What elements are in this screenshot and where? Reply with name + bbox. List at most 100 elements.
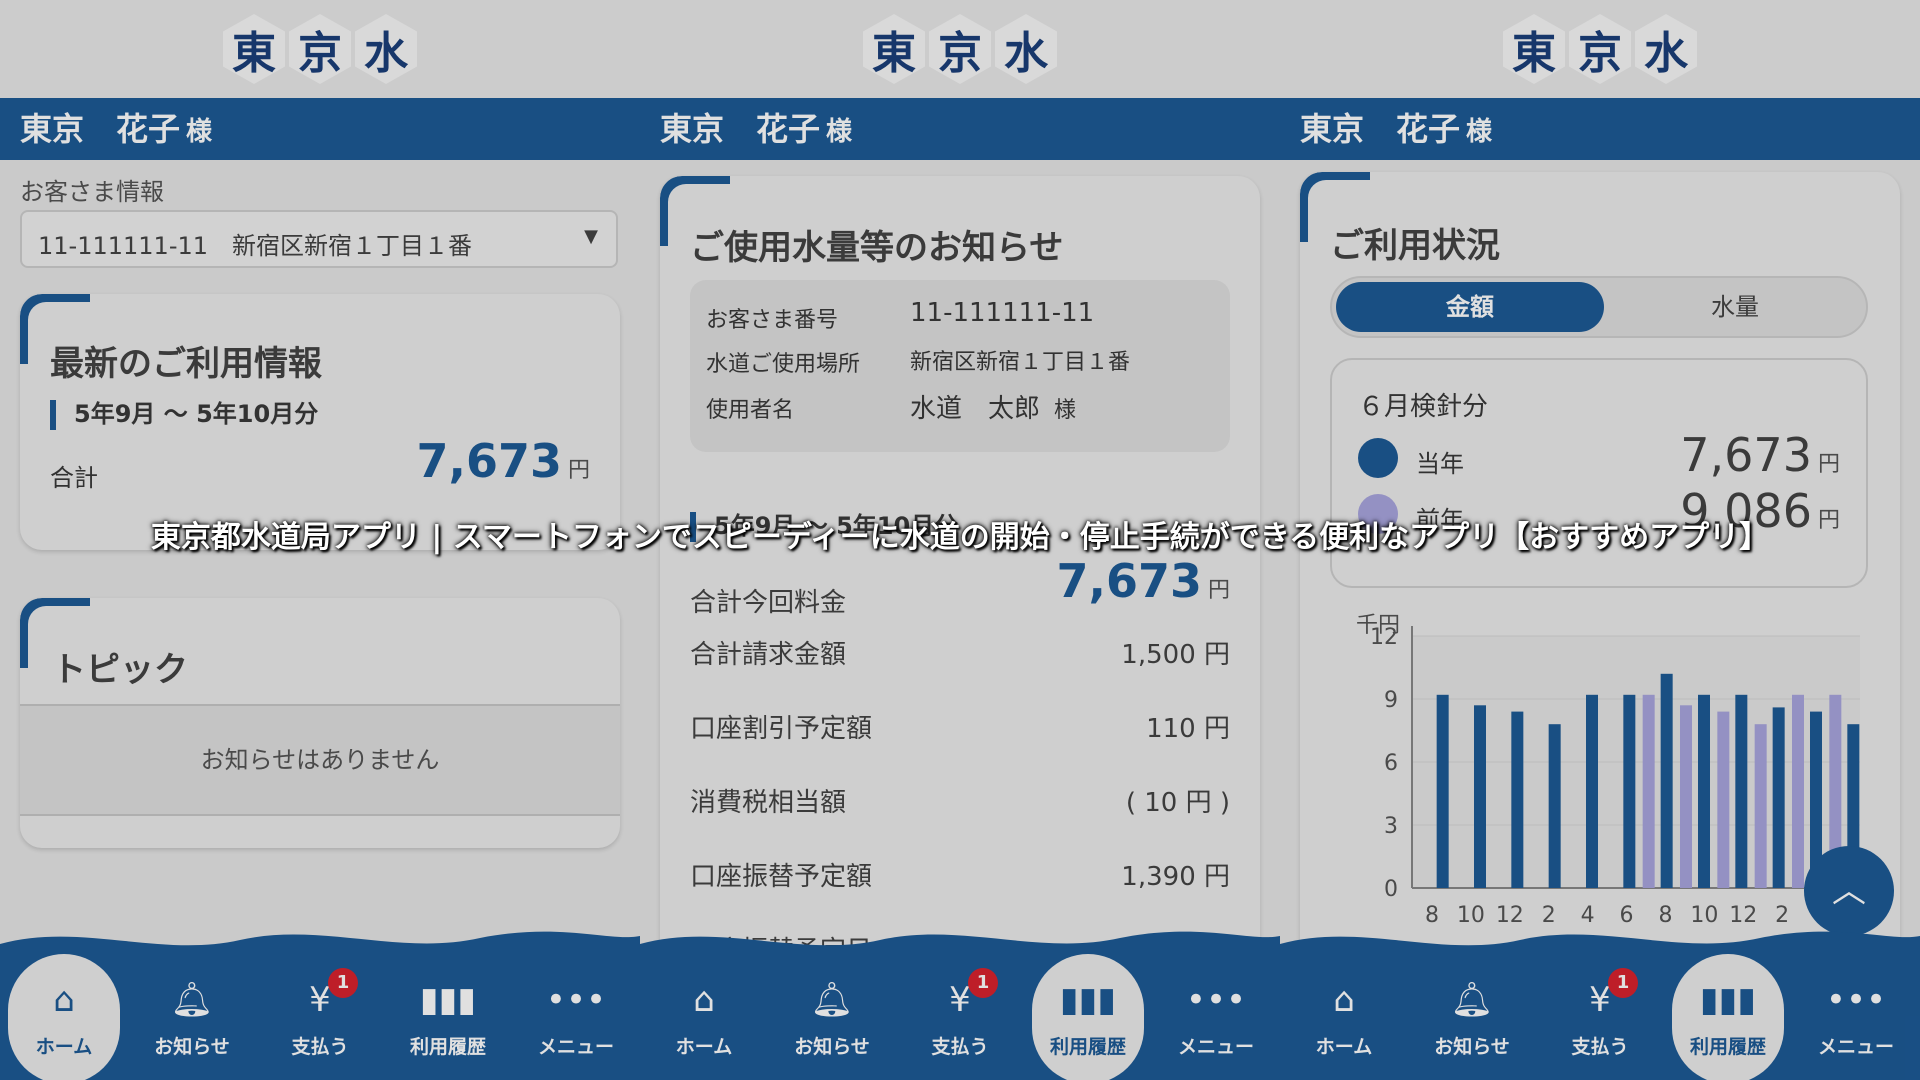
logo-char: 水 (355, 14, 417, 84)
wave-decoration (1280, 931, 1920, 960)
bar-current-year (1735, 694, 1748, 888)
nav-pay-label: 支払う (931, 1036, 989, 1058)
customer-honorific: 様 (826, 117, 853, 147)
logo-char: 東 (863, 14, 925, 84)
detail-value: 1,500 円 (1121, 640, 1230, 670)
customer-name: 東京 花子 (1300, 110, 1461, 148)
user-name-label: 使用者名 (706, 398, 795, 423)
bar-previous-year (1680, 705, 1692, 888)
usage-status-title: ご利用状況 (1330, 226, 1500, 266)
bar-previous-year (1642, 694, 1655, 888)
current-total-unit: 円 (1207, 578, 1230, 603)
current-total-label: 合計今回料金 (690, 588, 847, 618)
notification-badge: 1 (1608, 968, 1638, 998)
bar-chart-icon: ▮▮▮ (1699, 980, 1757, 1020)
bar-current-year (1660, 673, 1673, 888)
yen-icon: ¥ (309, 980, 331, 1020)
detail-value: ( 10 円 ) (1125, 788, 1230, 818)
nav-notifications-label: お知らせ (154, 1036, 230, 1058)
nav-history-label: 利用履歴 (1049, 1036, 1126, 1058)
more-icon: ••• (1185, 980, 1247, 1020)
amount-volume-toggle: 金額 水量 (1330, 276, 1868, 338)
wave-decoration (0, 931, 640, 960)
latest-total-label: 合計 (50, 464, 98, 492)
nav-menu[interactable]: ••• メニュー (1792, 960, 1920, 1080)
bar-current-year (1623, 694, 1636, 888)
nav-pay-label: 支払う (1571, 1036, 1629, 1058)
nav-home[interactable]: ⌂ ホーム (0, 954, 128, 1080)
y-tick-label: 6 (1384, 751, 1398, 776)
customer-number-value: 11-111111-11 (910, 298, 1095, 328)
usage-location-value: 新宿区新宿１丁目１番 (910, 350, 1131, 375)
y-tick-label: 9 (1384, 688, 1398, 713)
logo-char: 京 (289, 14, 351, 84)
nav-pay[interactable]: ¥1 支払う (896, 960, 1024, 1080)
current-total-value: 7,673 (1056, 554, 1202, 608)
legend-current-amount: 7,673 円 (1680, 428, 1840, 482)
home-icon: ⌂ (53, 980, 75, 1020)
detail-label: 口座振替予定額 (690, 862, 873, 892)
customer-info-box: お客さま番号 11-111111-11 水道ご使用場所 新宿区新宿１丁目１番 使… (690, 280, 1230, 452)
nav-notifications-label: お知らせ (794, 1036, 870, 1058)
nav-history[interactable]: ▮▮▮ 利用履歴 (1024, 954, 1152, 1080)
bell-icon: 🔔︎ (810, 980, 854, 1020)
detail-row: 口座振替予定額 1,390 円 (690, 856, 1230, 893)
current-total-row: 合計今回料金 7,673 円 (690, 554, 1230, 619)
nav-notifications[interactable]: 🔔︎ お知らせ (1408, 960, 1536, 1080)
y-axis-label: 千円 (1356, 613, 1400, 638)
logo-char: 京 (929, 14, 991, 84)
customer-name-bar: 東京 花子様 (640, 98, 1280, 160)
nav-home-label: ホーム (675, 1036, 733, 1058)
usage-notice-title: ご使用水量等のお知らせ (690, 228, 1064, 268)
latest-total: 7,673 円 (416, 434, 590, 488)
customer-name: 東京 花子 (660, 110, 821, 148)
nav-home-label: ホーム (35, 1036, 93, 1058)
nav-menu[interactable]: ••• メニュー (1152, 960, 1280, 1080)
latest-usage-period: 5年9月 ～ 5年10月分 (50, 394, 318, 430)
bar-previous-year (1717, 711, 1730, 888)
nav-notifications-label: お知らせ (1434, 1036, 1510, 1058)
customer-honorific: 様 (186, 117, 213, 147)
yen-icon: ¥ (1589, 980, 1611, 1020)
bar-current-year (1586, 694, 1598, 888)
more-icon: ••• (1825, 980, 1887, 1020)
latest-total-unit: 円 (567, 458, 590, 483)
nav-home[interactable]: ⌂ ホーム (1280, 960, 1408, 1080)
caret-down-icon: ▼ (584, 226, 598, 247)
nav-pay[interactable]: ¥1 支払う (1536, 960, 1664, 1080)
nav-history[interactable]: ▮▮▮ 利用履歴 (1664, 954, 1792, 1080)
bar-current-year (1698, 694, 1710, 888)
detail-label: 合計請求金額 (690, 640, 847, 670)
detail-value: 1,390 円 (1121, 862, 1230, 892)
nav-menu-label: メニュー (1177, 1036, 1254, 1058)
nav-home[interactable]: ⌂ ホーム (640, 960, 768, 1080)
bar-chart-icon: ▮▮▮ (419, 980, 477, 1020)
logo-char: 水 (995, 14, 1057, 84)
legend-current-label: 当年 (1416, 450, 1464, 478)
detail-label: 口座割引予定額 (690, 714, 873, 744)
bottom-nav: ⌂ ホーム 🔔︎ お知らせ ¥1 支払う ▮▮▮ 利用履歴 ••• メニュー (640, 954, 1280, 1080)
nav-notifications[interactable]: 🔔︎ お知らせ (128, 960, 256, 1080)
nav-menu[interactable]: ••• メニュー (512, 960, 640, 1080)
logo: 東 京 水 (640, 0, 1280, 98)
topics-title: トピック (52, 650, 188, 690)
customer-select[interactable]: 11-111111-11 新宿区新宿１丁目１番 ▼ (20, 210, 618, 268)
home-icon: ⌂ (693, 980, 715, 1020)
nav-pay-label: 支払う (291, 1036, 349, 1058)
logo: 東 京 水 (1280, 0, 1920, 98)
bar-current-year (1548, 724, 1561, 888)
bar-current-year (1511, 711, 1524, 888)
topics-card: トピック お知らせはありません (20, 598, 620, 848)
nav-pay[interactable]: ¥1 支払う (256, 960, 384, 1080)
toggle-amount[interactable]: 金額 (1336, 282, 1604, 332)
logo: 東 京 水 (0, 0, 640, 98)
latest-usage-period-text: 5年9月 ～ 5年10月分 (74, 400, 319, 428)
current-total: 7,673 円 (1056, 554, 1230, 608)
toggle-volume[interactable]: 水量 (1604, 282, 1866, 332)
detail-value: 110 円 (1146, 714, 1230, 744)
nav-history[interactable]: ▮▮▮ 利用履歴 (384, 960, 512, 1080)
bar-current-year (1474, 705, 1486, 888)
legend-current-swatch (1358, 438, 1398, 478)
nav-notifications[interactable]: 🔔︎ お知らせ (768, 960, 896, 1080)
bottom-nav: ⌂ ホーム 🔔︎ お知らせ ¥1 支払う ▮▮▮ 利用履歴 ••• メニュー (1280, 954, 1920, 1080)
